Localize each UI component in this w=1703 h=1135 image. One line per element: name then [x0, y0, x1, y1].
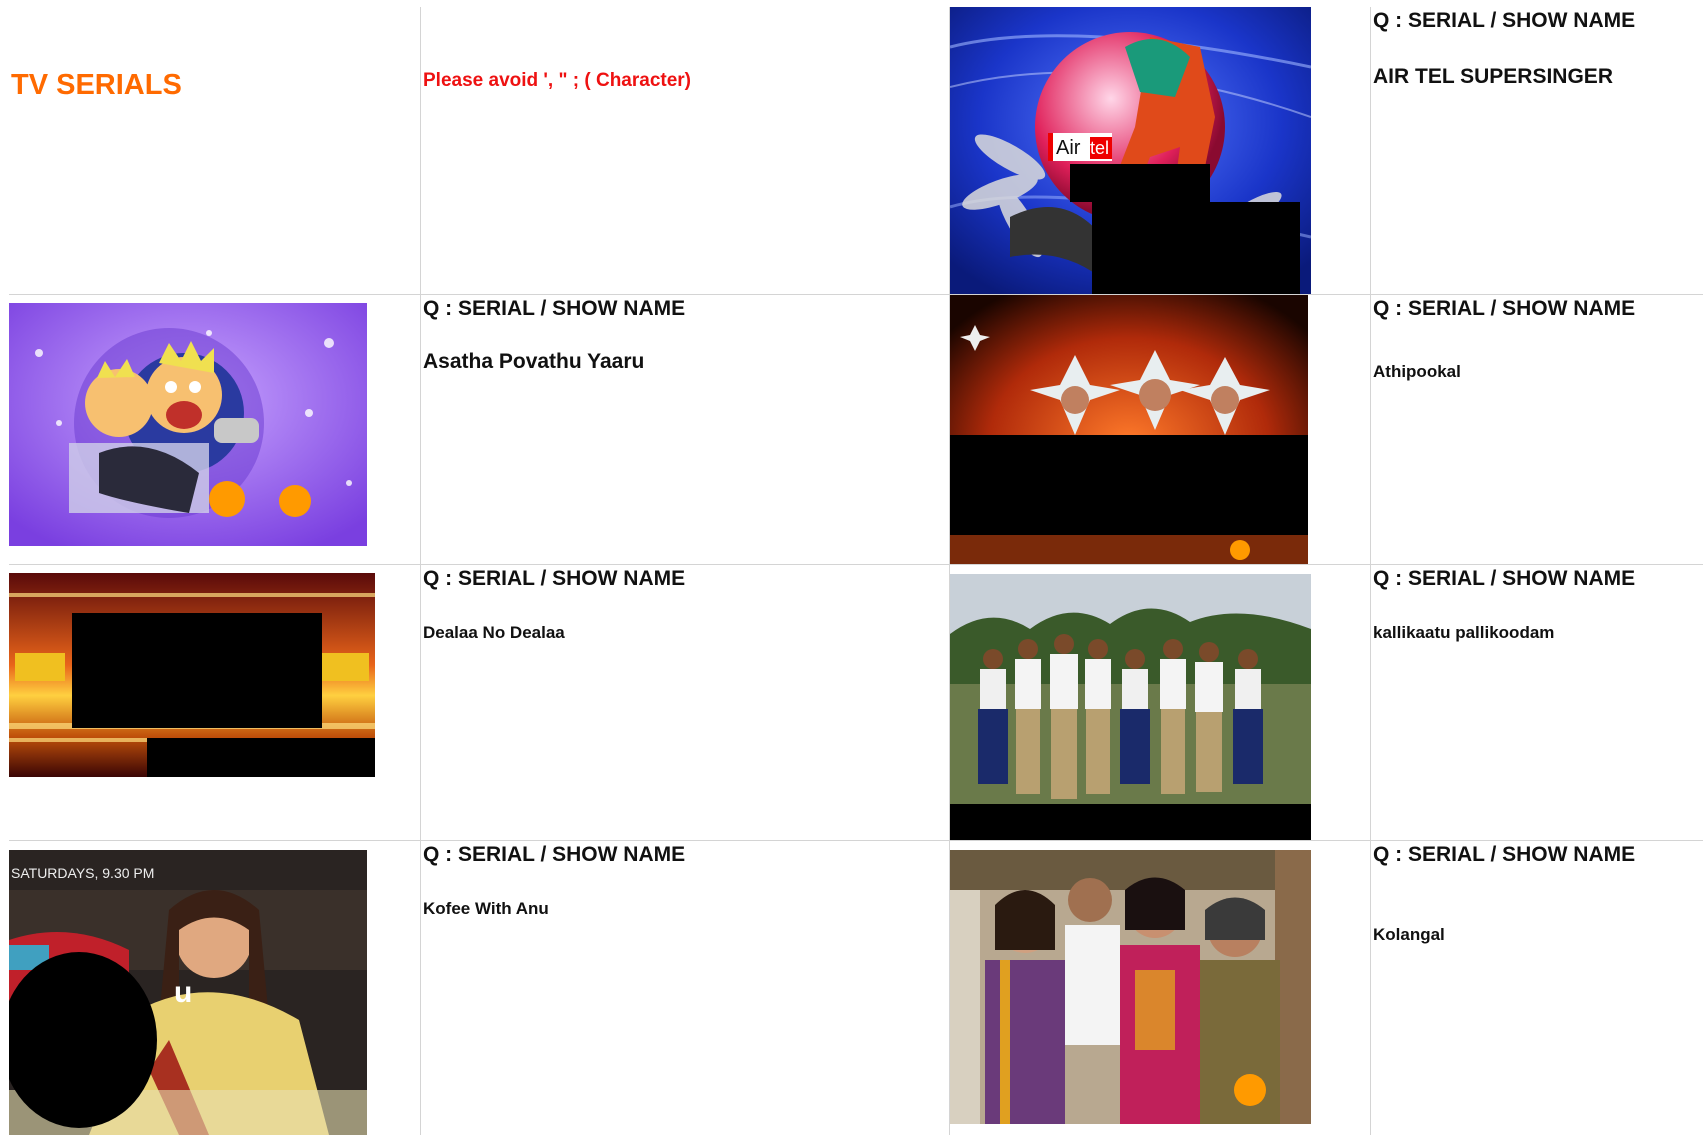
question-label: Q : SERIAL / SHOW NAME — [1373, 567, 1636, 590]
show-image-dealaa-no-dealaa — [9, 573, 375, 777]
show-image-kolangal — [950, 850, 1311, 1124]
label-cell: Q : SERIAL / SHOW NAME Kolangal — [1370, 840, 1703, 1135]
image-cell — [9, 564, 422, 840]
image-cell: SATURDAYS, 9.30 PM u — [9, 840, 422, 1135]
note-cell: Please avoid ', " ; ( Character) — [420, 7, 958, 294]
tv-serials-table: TV SERIALS Please avoid ', " ; ( Charact… — [9, 7, 1703, 1135]
show-image-kofee-with-anu: SATURDAYS, 9.30 PM u — [9, 850, 367, 1135]
show-name-airtel-supersinger: AIR TEL SUPERSINGER — [1373, 65, 1613, 88]
character-warning: Please avoid ', " ; ( Character) — [423, 70, 692, 91]
question-label: Q : SERIAL / SHOW NAME — [423, 567, 686, 590]
question-label: Q : SERIAL / SHOW NAME — [1373, 843, 1636, 866]
image-cell — [949, 564, 1371, 840]
title-cell: TV SERIALS — [9, 7, 422, 294]
label-cell: Q : SERIAL / SHOW NAME AIR TEL SUPERSING… — [1370, 7, 1703, 294]
show-image-kallikaatu-pallikoodam — [950, 574, 1311, 840]
show-time-text: SATURDAYS, 9.30 PM — [11, 865, 154, 881]
image-cell — [949, 840, 1371, 1135]
page-title: TV SERIALS — [11, 69, 182, 101]
label-cell: Q : SERIAL / SHOW NAME Kofee With Anu — [420, 840, 958, 1135]
show-name-dealaa-no-dealaa: Dealaa No Dealaa — [423, 623, 565, 642]
image-cell — [9, 294, 422, 564]
show-image-athipookal — [950, 295, 1308, 564]
label-cell: Q : SERIAL / SHOW NAME kallikaatu pallik… — [1370, 564, 1703, 840]
show-image-airtel-supersinger: Air tel — [950, 7, 1311, 294]
show-name-kallikaatu-pallikoodam: kallikaatu pallikoodam — [1373, 623, 1555, 642]
airtel-logo-text: Air — [1056, 137, 1081, 159]
image-cell — [949, 294, 1371, 564]
label-cell: Q : SERIAL / SHOW NAME Asatha Povathu Ya… — [420, 294, 958, 564]
question-label: Q : SERIAL / SHOW NAME — [1373, 9, 1636, 32]
show-name-kolangal: Kolangal — [1373, 925, 1445, 944]
question-label: Q : SERIAL / SHOW NAME — [1373, 297, 1636, 320]
label-cell: Q : SERIAL / SHOW NAME Dealaa No Dealaa — [420, 564, 958, 840]
question-label: Q : SERIAL / SHOW NAME — [423, 843, 686, 866]
svg-text:u: u — [174, 976, 192, 1009]
show-name-kofee-with-anu: Kofee With Anu — [423, 899, 549, 918]
show-name-athipookal: Athipookal — [1373, 362, 1461, 381]
label-cell: Q : SERIAL / SHOW NAME Athipookal — [1370, 294, 1703, 564]
question-label: Q : SERIAL / SHOW NAME — [423, 297, 686, 320]
show-image-asatha-povathu-yaaru — [9, 303, 367, 546]
image-cell: Air tel — [949, 7, 1371, 294]
airtel-logo-text-red: tel — [1090, 138, 1109, 158]
show-name-asatha-povathu-yaaru: Asatha Povathu Yaaru — [423, 350, 645, 373]
